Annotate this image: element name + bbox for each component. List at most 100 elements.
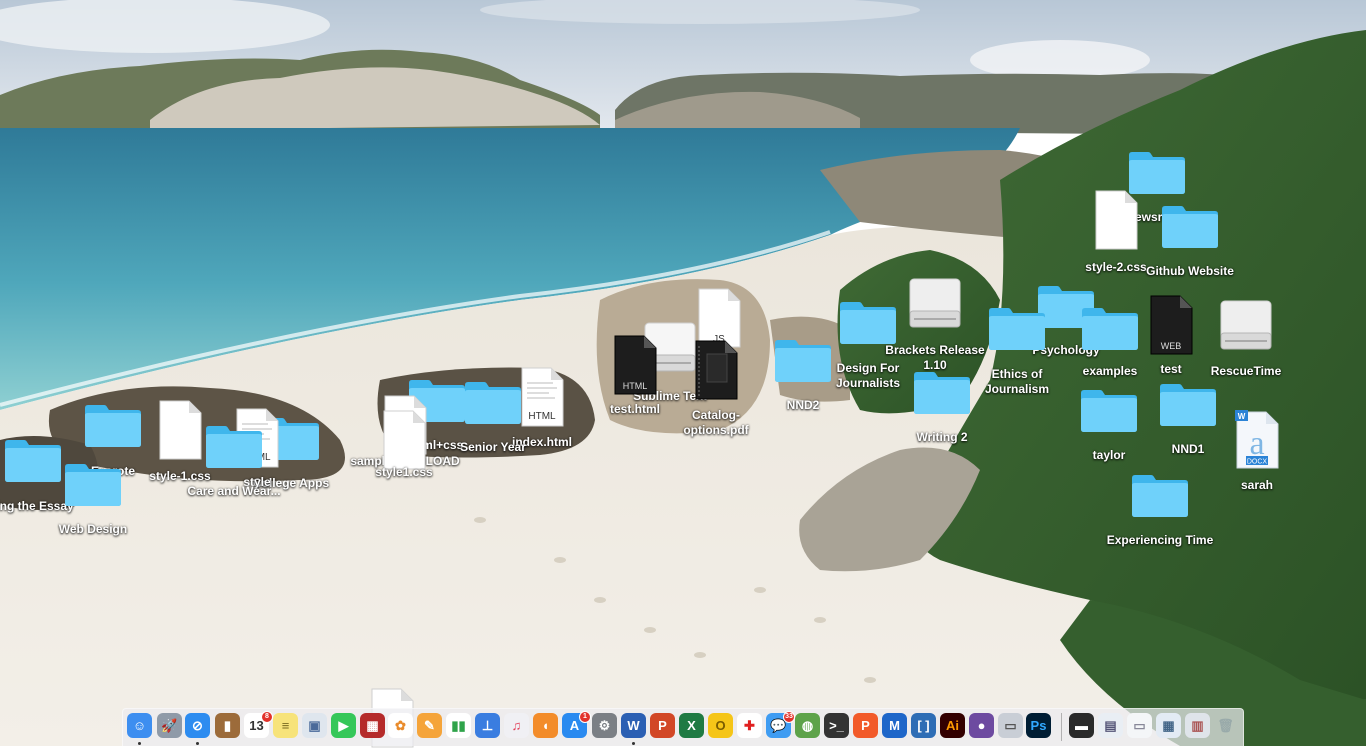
dock-glyph: X bbox=[687, 718, 696, 733]
pages-icon[interactable]: ✎ bbox=[417, 713, 442, 738]
photo-booth-icon[interactable]: ▦ bbox=[360, 713, 385, 738]
dock-glyph: ☺ bbox=[132, 718, 147, 733]
svg-text:WEB: WEB bbox=[1161, 341, 1182, 351]
folder-icon bbox=[63, 461, 123, 507]
document-stack-icon[interactable]: ▭ bbox=[1127, 713, 1152, 738]
keynote-icon[interactable]: ⊥ bbox=[475, 713, 500, 738]
first-aid-icon[interactable]: ✚ bbox=[737, 713, 762, 738]
trash-icon[interactable]: 🗑 bbox=[1213, 713, 1238, 738]
dock-glyph: ▦ bbox=[366, 717, 379, 733]
desktop-item-label: taylor bbox=[1092, 448, 1126, 462]
desktop-item-label: style1.css bbox=[375, 465, 433, 479]
desktop-item-label: sarah bbox=[1240, 478, 1274, 492]
desktop-item-label: Experiencing Time bbox=[1106, 533, 1214, 547]
dock-glyph: ✿ bbox=[395, 717, 406, 733]
dock-glyph: A bbox=[569, 718, 580, 733]
running-indicator bbox=[138, 742, 141, 745]
notification-badge: 1 bbox=[579, 711, 591, 723]
folder-icon bbox=[987, 305, 1047, 351]
folder-icon bbox=[912, 369, 972, 415]
folder-icon bbox=[204, 423, 264, 469]
dock-glyph: ◖ bbox=[541, 718, 550, 733]
dock-glyph: ◍ bbox=[801, 717, 814, 733]
folder-icon bbox=[838, 299, 898, 345]
desktop-item-label: style-1.css bbox=[149, 469, 211, 483]
svg-text:HTML: HTML bbox=[528, 411, 556, 422]
dock-glyph: P bbox=[658, 718, 667, 733]
safari-icon[interactable]: ⊘ bbox=[185, 713, 210, 738]
dock-glyph: ▤ bbox=[1104, 717, 1117, 733]
notification-badge: 33 bbox=[783, 711, 795, 723]
presentation-icon[interactable]: P bbox=[853, 713, 878, 738]
desktop-item-label: style-2.css bbox=[1085, 260, 1147, 274]
terminal-icon[interactable]: >_ bbox=[824, 713, 849, 738]
screenshot-stack-icon[interactable]: ▦ bbox=[1156, 713, 1181, 738]
document-icon bbox=[693, 340, 739, 400]
document-icon: WEB bbox=[1148, 295, 1194, 355]
desktop-item-label: Web Design bbox=[58, 522, 128, 536]
dock-glyph: ⊥ bbox=[481, 717, 494, 733]
desktop-item-label: test bbox=[1160, 362, 1182, 376]
brackets-icon[interactable]: [ ] bbox=[911, 713, 936, 738]
system-preferences-icon[interactable]: ⚙ bbox=[592, 713, 617, 738]
notes-icon[interactable]: ≡ bbox=[273, 713, 298, 738]
dock-glyph: ⊘ bbox=[192, 717, 203, 733]
drive-app-icon[interactable]: ▭ bbox=[998, 713, 1023, 738]
terminal-window-icon[interactable]: ▬ bbox=[1069, 713, 1094, 738]
itunes-icon[interactable]: ♫ bbox=[504, 713, 529, 738]
desktop-item-label: NND2 bbox=[786, 398, 820, 412]
folder-icon bbox=[1158, 381, 1218, 427]
folder-icon bbox=[1079, 387, 1139, 433]
photoshop-icon[interactable]: Ps bbox=[1026, 713, 1051, 738]
excel-icon[interactable]: X bbox=[679, 713, 704, 738]
onenote-icon[interactable]: O bbox=[708, 713, 733, 738]
downloads-stack-icon[interactable]: ▤ bbox=[1098, 713, 1123, 738]
desktop-item-label: RescueTime bbox=[1210, 364, 1282, 378]
finder-icon[interactable]: ☺ bbox=[127, 713, 152, 738]
powerpoint-icon[interactable]: P bbox=[650, 713, 675, 738]
ibooks-icon[interactable]: ◖ bbox=[533, 713, 558, 738]
preview-icon[interactable]: ▣ bbox=[302, 713, 327, 738]
notification-badge: 8 bbox=[261, 711, 273, 723]
folder-icon bbox=[1160, 203, 1220, 249]
folder-icon bbox=[83, 402, 143, 448]
document-icon bbox=[1093, 190, 1139, 250]
photos-icon[interactable]: ✿ bbox=[388, 713, 413, 738]
running-indicator bbox=[632, 742, 635, 745]
drive-icon bbox=[908, 275, 962, 333]
dock-glyph: ▮ bbox=[223, 717, 232, 733]
drive-icon bbox=[1219, 297, 1273, 355]
document-icon bbox=[381, 410, 427, 470]
word-icon[interactable]: W bbox=[621, 713, 646, 738]
running-indicator bbox=[196, 742, 199, 745]
folder-icon bbox=[463, 379, 523, 425]
dock-glyph: ▣ bbox=[308, 717, 321, 733]
dock-glyph: W bbox=[627, 718, 640, 733]
mendeley-icon[interactable]: M bbox=[882, 713, 907, 738]
notefile-icon[interactable]: ▮ bbox=[215, 713, 240, 738]
stacks-icon[interactable]: ▥ bbox=[1185, 713, 1210, 738]
desktop-item-label: Ethics of Journalism bbox=[984, 367, 1050, 396]
dock-glyph: ▭ bbox=[1133, 717, 1146, 733]
illustrator-icon[interactable]: Ai bbox=[940, 713, 965, 738]
desktop-item-label: Catalog-options.pdf bbox=[683, 408, 749, 437]
desktop-item-label: NND1 bbox=[1171, 442, 1205, 456]
folder-icon bbox=[1130, 472, 1190, 518]
desktop-item-label: examples bbox=[1082, 364, 1138, 378]
dock-glyph: 🚀 bbox=[161, 717, 178, 733]
numbers-icon[interactable]: ▮▮ bbox=[446, 713, 471, 738]
desktop-item-label: test.html bbox=[609, 402, 661, 416]
folder-icon bbox=[1080, 305, 1140, 351]
github-icon[interactable]: ● bbox=[969, 713, 994, 738]
dock-glyph: M bbox=[889, 718, 900, 733]
desktop-item-label: Senior Year bbox=[460, 440, 526, 454]
facetime-icon[interactable]: ▶ bbox=[331, 713, 356, 738]
document-icon: W a DOCX bbox=[1234, 410, 1280, 470]
network-icon[interactable]: ◍ bbox=[795, 713, 820, 738]
launchpad-icon[interactable]: 🚀 bbox=[157, 713, 182, 738]
svg-text:HTML: HTML bbox=[623, 381, 648, 391]
dock-glyph: ● bbox=[977, 718, 986, 733]
dock: ☺ 🚀 ⊘ ▮ 13 8 ≡ ▣ ▶ ▦ ✿ ✎ ▮▮ ⊥ ♫ ◖ A 1 ⚙ W P X O ✚ 💬 33 ◍ >_ P M[ ] Ai ●… bbox=[122, 708, 1244, 746]
dock-glyph: ▭ bbox=[1004, 717, 1017, 733]
document-icon: HTML bbox=[519, 367, 565, 427]
